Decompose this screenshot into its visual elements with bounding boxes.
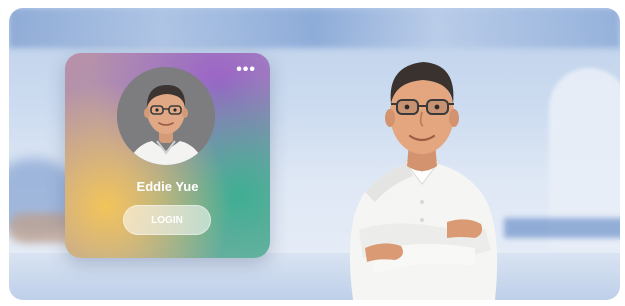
more-icon[interactable]: •••	[236, 61, 256, 79]
avatar-portrait	[117, 67, 215, 165]
character-illustration	[349, 62, 498, 300]
background-floor	[9, 253, 620, 300]
username: Eddie Yue	[136, 179, 199, 194]
login-button[interactable]: LOGIN	[123, 205, 211, 235]
background-table	[504, 218, 620, 238]
character-figure	[335, 52, 510, 300]
avatar	[117, 67, 215, 165]
profile-card: ••• Eddie Yue LOGIN	[65, 53, 270, 258]
background-band	[9, 8, 620, 48]
